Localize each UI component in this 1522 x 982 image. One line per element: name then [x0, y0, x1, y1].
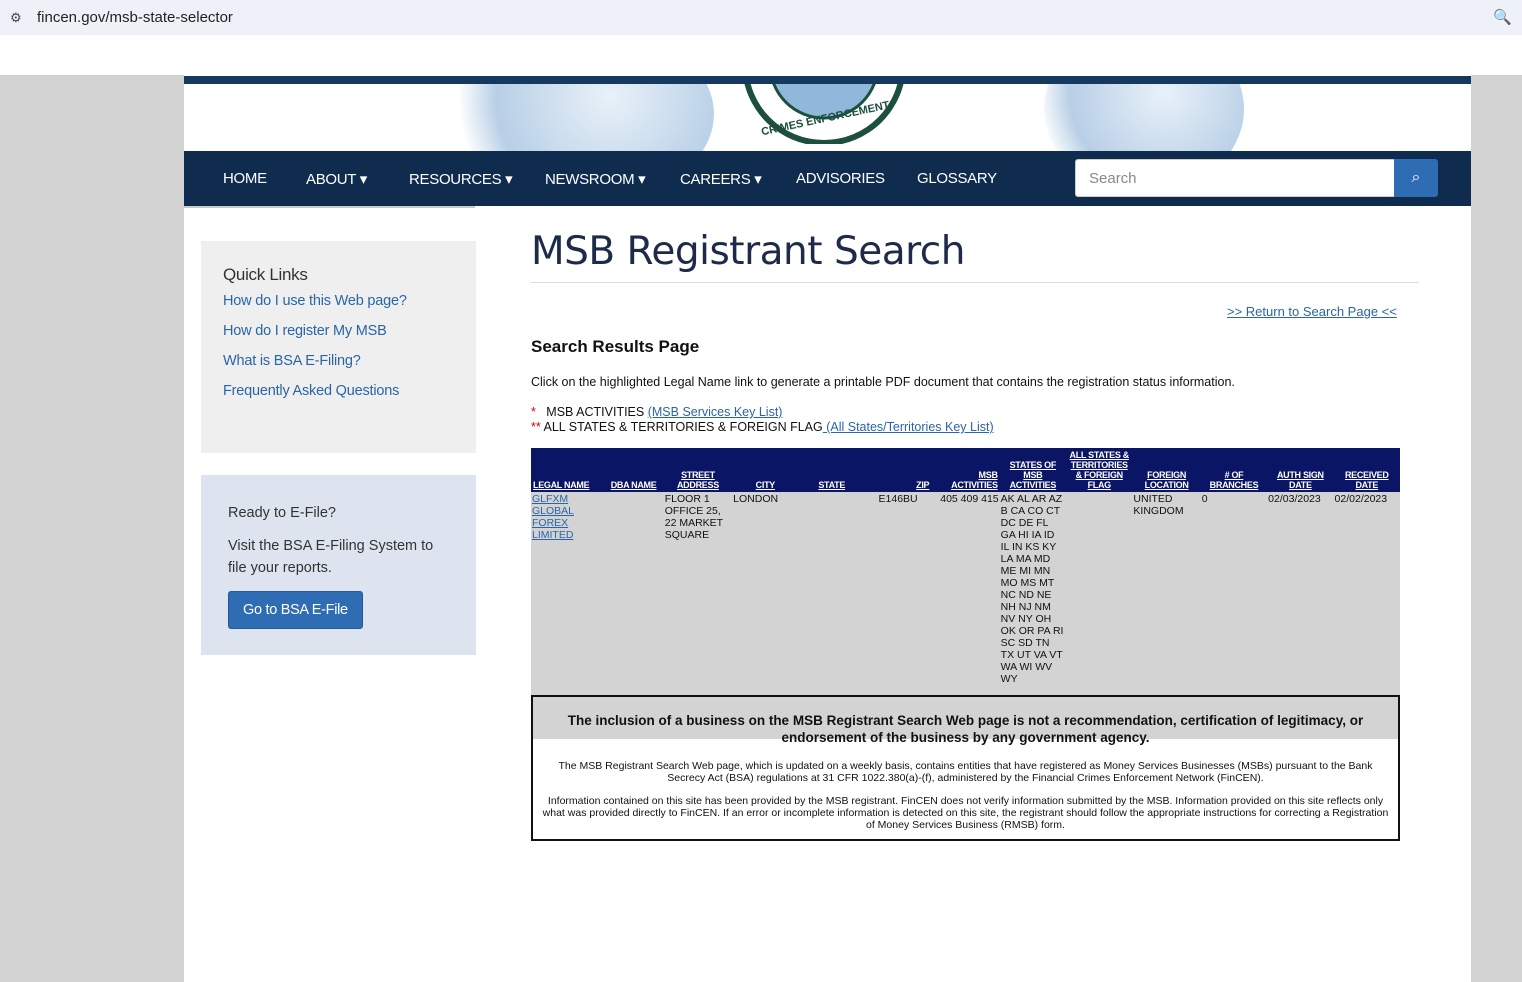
link-how-to-register[interactable]: How do I register My MSB: [223, 323, 454, 339]
efile-panel: Ready to E-File? Visit the BSA E-Filing …: [201, 475, 476, 655]
nav-home[interactable]: HOME: [223, 170, 267, 187]
top-bar: [184, 76, 1471, 84]
search-button[interactable]: ⌕: [1394, 159, 1438, 197]
col-all-states-flag[interactable]: ALL STATES & TERRITORIES & FOREIGN FLAG: [1066, 448, 1133, 492]
disclaimer-paragraph: The MSB Registrant Search Web page, whic…: [558, 760, 1373, 784]
page-title: MSB Registrant Search: [531, 229, 965, 274]
nav-careers[interactable]: CAREERS ▾: [680, 170, 762, 188]
states-key-line: ** ALL STATES & TERRITORIES & FOREIGN FL…: [531, 420, 994, 434]
col-foreign-location[interactable]: FOREIGN LOCATION: [1132, 448, 1201, 492]
url-text[interactable]: fincen.gov/msb-state-selector: [37, 9, 233, 26]
col-city[interactable]: CITY: [732, 448, 799, 492]
nav-about[interactable]: ABOUT ▾: [306, 170, 367, 188]
go-to-efile-button[interactable]: Go to BSA E-File: [228, 591, 363, 629]
key-label: MSB ACTIVITIES: [546, 405, 648, 419]
key-label: ALL STATES & TERRITORIES & FOREIGN FLAG: [540, 420, 823, 434]
globe-left: [454, 84, 714, 151]
nav-advisories[interactable]: ADVISORIES: [796, 170, 885, 187]
legal-name-link[interactable]: GLFXM GLOBAL FOREX LIMITED: [532, 493, 574, 541]
col-state[interactable]: STATE: [798, 448, 865, 492]
divider: [531, 282, 1419, 283]
col-branches[interactable]: # OF BRANCHES: [1200, 448, 1268, 492]
quick-links-title: Quick Links: [223, 265, 308, 284]
col-legal-name[interactable]: LEGAL NAME: [531, 448, 604, 492]
col-street[interactable]: STREET ADDRESS: [663, 448, 733, 492]
col-auth-sign-date[interactable]: AUTH SIGN DATE: [1267, 448, 1334, 492]
col-received-date[interactable]: RECEIVED DATE: [1333, 448, 1400, 492]
col-msb-activities[interactable]: MSB ACTIVITIES: [931, 448, 1000, 492]
nav-resources[interactable]: RESOURCES ▾: [409, 170, 513, 188]
search-input[interactable]: Search: [1075, 159, 1395, 197]
disclaimer-paragraph: Information contained on this site has b…: [542, 795, 1389, 831]
fincen-seal-logo: CRIMES ENFORCEMENT: [744, 84, 904, 144]
link-faq[interactable]: Frequently Asked Questions: [223, 383, 454, 399]
disclaimer-heading: The inclusion of a business on the MSB R…: [567, 713, 1364, 745]
nav-glossary[interactable]: GLOSSARY: [917, 170, 997, 187]
quick-links-panel: Quick Links How do I use this Web page? …: [201, 241, 476, 453]
disclaimer-box: The inclusion of a business on the MSB R…: [531, 695, 1400, 841]
msb-key-line: * MSB ACTIVITIES (MSB Services Key List): [531, 405, 782, 419]
link-how-to-use[interactable]: How do I use this Web page?: [223, 293, 454, 309]
asterisk: *: [531, 405, 536, 419]
col-zip[interactable]: ZIP: [864, 448, 932, 492]
globe-right: [1044, 84, 1244, 151]
col-dba-name[interactable]: DBA NAME: [603, 448, 664, 492]
table-header: LEGAL NAME DBA NAME STREET ADDRESS CITY …: [531, 448, 1400, 492]
results-heading: Search Results Page: [531, 337, 700, 356]
site-info-icon[interactable]: ⚙: [10, 10, 22, 26]
msb-services-key-link[interactable]: (MSB Services Key List): [648, 405, 783, 419]
link-bsa-efiling[interactable]: What is BSA E-Filing?: [223, 353, 454, 369]
col-states[interactable]: STATES OF MSB ACTIVITIES: [999, 448, 1067, 492]
efile-text: Visit the BSA E-Filing System to file yo…: [228, 538, 434, 576]
search-icon: ⌕: [1411, 169, 1421, 186]
asterisk: **: [531, 420, 541, 434]
address-bar[interactable]: ⚙ fincen.gov/msb-state-selector 🔍: [0, 0, 1522, 35]
zoom-icon[interactable]: 🔍: [1493, 8, 1512, 26]
divider: [184, 206, 475, 208]
return-to-search-link[interactable]: >> Return to Search Page <<: [1227, 304, 1397, 319]
main-nav: HOME ABOUT ▾ RESOURCES ▾ NEWSROOM ▾ CARE…: [184, 151, 1471, 206]
page: CRIMES ENFORCEMENT HOME ABOUT ▾ RESOURCE…: [184, 75, 1471, 982]
states-key-link[interactable]: (All States/Territories Key List): [823, 420, 993, 434]
nav-newsroom[interactable]: NEWSROOM ▾: [545, 170, 646, 188]
banner: CRIMES ENFORCEMENT: [184, 84, 1471, 151]
efile-title: Ready to E-File?: [228, 505, 336, 521]
instructions: Click on the highlighted Legal Name link…: [531, 375, 1235, 389]
